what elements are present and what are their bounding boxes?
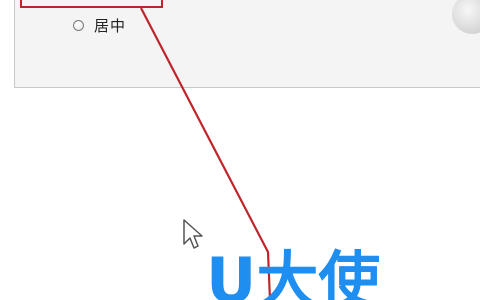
- watermark-logo: U大使: [206, 244, 381, 300]
- arrow-cursor-icon: [183, 219, 203, 249]
